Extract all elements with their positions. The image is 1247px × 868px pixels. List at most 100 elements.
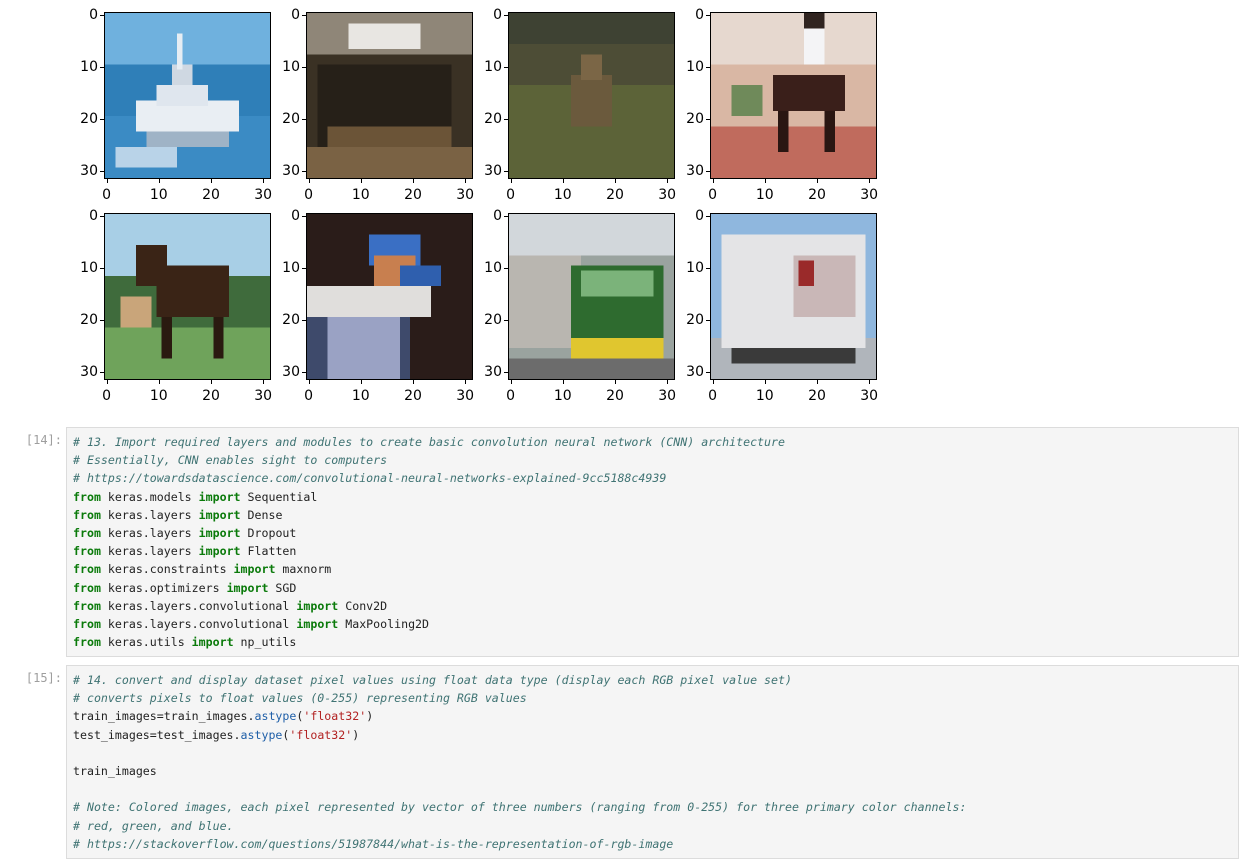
keyword-token: import: [233, 562, 276, 577]
image-horse-with-rider: [710, 12, 877, 179]
x-tick-label: 20: [202, 388, 220, 404]
code-token: keras.layers: [100, 507, 199, 522]
image-cat: [306, 12, 473, 179]
y-tick-label: 20: [484, 311, 502, 328]
code-editor[interactable]: # 14. convert and display dataset pixel …: [66, 665, 1239, 859]
y-tick-label: 20: [80, 110, 98, 127]
code-token: MaxPooling2D: [338, 616, 430, 631]
execution-count-prompt: [14]:: [25, 433, 62, 447]
x-tick-mark: [412, 380, 414, 384]
x-tick-label: 30: [860, 187, 879, 203]
x-tick-label: 10: [149, 187, 168, 203]
method-token: astype: [240, 727, 283, 742]
y-tick-mark: [302, 171, 306, 173]
code-token: Sequential: [240, 489, 318, 504]
y-tick-mark: [302, 267, 306, 269]
keyword-token: import: [198, 507, 241, 522]
x-tick-label: 10: [553, 388, 572, 404]
x-tick-mark: [308, 179, 310, 183]
y-tick-label: 0: [89, 6, 98, 23]
code-line: from keras.optimizers import SGD: [73, 579, 1232, 597]
code-line: from keras.layers import Dense: [73, 506, 1232, 524]
code-token: ): [366, 709, 374, 724]
y-tick-label: 10: [686, 259, 704, 276]
x-tick-mark: [308, 380, 310, 384]
code-token: Flatten: [240, 544, 297, 559]
y-tick-label: 10: [282, 259, 300, 276]
y-tick-label: 0: [493, 6, 502, 23]
x-tick-label: 20: [202, 187, 220, 203]
x-tick-mark: [764, 380, 766, 384]
code-line: train_images=train_images.astype('float3…: [73, 707, 1232, 725]
keyword-token: from: [73, 616, 101, 631]
code-line: # 14. convert and display dataset pixel …: [73, 671, 1232, 689]
comment-token: # 13. Import required layers and modules…: [73, 435, 785, 449]
code-token: keras.layers.convolutional: [100, 616, 297, 631]
y-tick-label: 10: [80, 259, 98, 276]
x-tick-mark: [614, 179, 616, 183]
string-token: 'float32': [289, 727, 353, 742]
y-tick-mark: [100, 171, 104, 173]
code-token: train_images: [73, 763, 157, 778]
y-tick-label: 30: [80, 163, 98, 180]
x-tick-mark: [158, 179, 160, 183]
y-tick-mark: [302, 319, 306, 321]
method-token: astype: [254, 709, 297, 724]
x-tick-label: 30: [860, 388, 879, 404]
image-ship: [104, 12, 271, 179]
y-tick-mark: [706, 66, 710, 68]
x-tick-label: 20: [606, 187, 624, 203]
y-tick-label: 20: [686, 311, 704, 328]
y-tick-label: 10: [686, 58, 704, 75]
y-tick-mark: [100, 14, 104, 16]
x-tick-mark: [465, 380, 467, 384]
code-line: from keras.models import Sequential: [73, 488, 1232, 506]
y-tick-label: 30: [80, 364, 98, 381]
code-token: keras.models: [100, 489, 199, 504]
x-tick-label: 10: [553, 187, 572, 203]
x-tick-label: 10: [351, 187, 370, 203]
x-tick-label: 0: [708, 388, 718, 404]
code-line: # 13. Import required layers and modules…: [73, 433, 1232, 451]
image-truck: [710, 213, 877, 380]
x-tick-label: 20: [404, 388, 422, 404]
code-line: # Essentially, CNN enables sight to comp…: [73, 451, 1232, 469]
x-tick-mark: [510, 380, 512, 384]
keyword-token: import: [226, 580, 269, 595]
keyword-token: import: [198, 525, 241, 540]
y-tick-label: 0: [291, 6, 300, 23]
y-tick-label: 10: [484, 259, 502, 276]
keyword-token: import: [296, 616, 339, 631]
y-tick-label: 30: [686, 163, 704, 180]
keyword-token: import: [296, 598, 339, 613]
code-line: from keras.layers.convolutional import M…: [73, 615, 1232, 633]
keyword-token: from: [73, 635, 101, 650]
y-tick-label: 20: [80, 311, 98, 328]
y-tick-mark: [504, 118, 508, 120]
x-tick-label: 10: [755, 187, 774, 203]
code-token: keras.optimizers: [100, 580, 227, 595]
code-token: Conv2D: [338, 598, 388, 613]
y-tick-mark: [504, 372, 508, 374]
comment-token: # converts pixels to float values (0-255…: [73, 691, 527, 706]
y-tick-label: 0: [89, 207, 98, 224]
y-tick-label: 30: [686, 364, 704, 381]
comment-token: # https://towardsdatascience.com/convolu…: [73, 471, 667, 486]
x-tick-label: 30: [456, 187, 475, 203]
y-tick-mark: [504, 267, 508, 269]
x-tick-label: 30: [658, 388, 677, 404]
y-tick-mark: [706, 319, 710, 321]
code-line: # converts pixels to float values (0-255…: [73, 689, 1232, 707]
y-tick-label: 0: [695, 6, 704, 23]
y-tick-label: 30: [282, 364, 300, 381]
x-tick-mark: [614, 380, 616, 384]
y-tick-mark: [706, 171, 710, 173]
code-editor[interactable]: # 13. Import required layers and modules…: [66, 427, 1239, 658]
y-tick-mark: [100, 267, 104, 269]
code-token: keras.layers.convolutional: [100, 598, 297, 613]
x-tick-mark: [667, 179, 669, 183]
y-tick-label: 20: [282, 110, 300, 127]
string-token: 'float32': [303, 709, 367, 724]
